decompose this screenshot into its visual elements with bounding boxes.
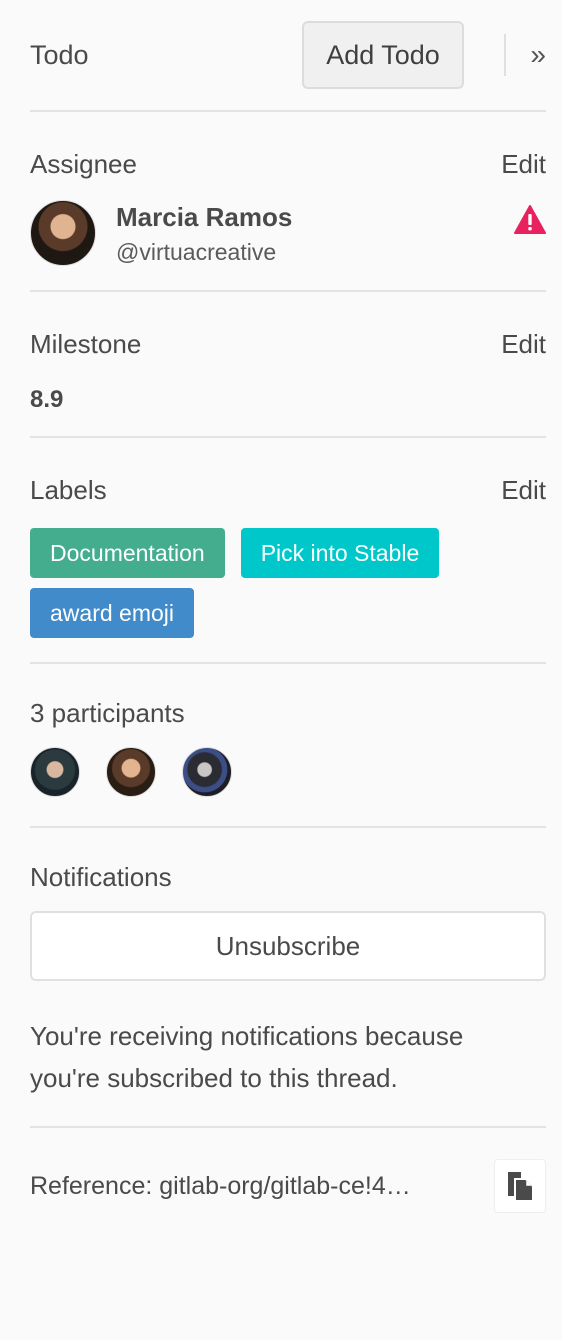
todo-actions: Add Todo » <box>302 21 546 89</box>
warning-triangle-icon <box>514 205 546 234</box>
labels-edit-link[interactable]: Edit <box>501 475 546 506</box>
todo-block: Todo Add Todo » <box>30 0 546 112</box>
labels-block: Labels Edit Documentation Pick into Stab… <box>30 438 546 664</box>
milestone-edit-link[interactable]: Edit <box>501 329 546 360</box>
assignee-block: Assignee Edit Marcia Ramos @virtuacreati… <box>30 112 546 292</box>
assignee-avatar[interactable] <box>30 200 96 266</box>
assignee-info[interactable]: Marcia Ramos @virtuacreative <box>116 202 514 266</box>
labels-title: Labels <box>30 474 107 505</box>
label-award-emoji[interactable]: award emoji <box>30 588 194 638</box>
reference-block: Reference: gitlab-org/gitlab-ce!4… <box>30 1128 546 1240</box>
participants-block: 3 participants <box>30 664 546 828</box>
copy-reference-button[interactable] <box>494 1159 546 1213</box>
labels-list: Documentation Pick into Stable award emo… <box>30 528 500 648</box>
reference-text: Reference: gitlab-org/gitlab-ce!4… <box>30 1171 411 1200</box>
label-pick-into-stable[interactable]: Pick into Stable <box>240 528 440 578</box>
assignee-username: @virtuacreative <box>116 239 277 265</box>
notifications-block: Notifications Unsubscribe You're receivi… <box>30 828 546 1128</box>
label-documentation[interactable]: Documentation <box>30 528 225 578</box>
todo-title: Todo <box>30 39 89 70</box>
add-todo-button[interactable]: Add Todo <box>302 21 464 89</box>
notifications-description: You're receiving notifications because y… <box>30 1021 464 1093</box>
milestone-value[interactable]: 8.9 <box>30 386 546 414</box>
unsubscribe-button[interactable]: Unsubscribe <box>30 911 546 981</box>
notifications-title: Notifications <box>30 862 172 892</box>
participant-avatar[interactable] <box>182 747 232 797</box>
issue-sidebar: Todo Add Todo » Assignee Edit Marcia Ram… <box>0 0 562 1340</box>
assignee-edit-link[interactable]: Edit <box>501 149 546 180</box>
copy-clipboard-icon <box>508 1172 532 1200</box>
participant-avatar[interactable] <box>30 747 80 797</box>
milestone-block: Milestone Edit 8.9 <box>30 292 546 438</box>
assignee-title: Assignee <box>30 148 137 179</box>
vertical-divider <box>504 34 506 76</box>
assignee-name[interactable]: Marcia Ramos <box>116 202 514 233</box>
participants-title: 3 participants <box>30 698 185 728</box>
participant-avatar[interactable] <box>106 747 156 797</box>
participants-list <box>30 747 546 797</box>
double-chevron-right-icon[interactable]: » <box>524 39 546 71</box>
milestone-title: Milestone <box>30 328 142 359</box>
